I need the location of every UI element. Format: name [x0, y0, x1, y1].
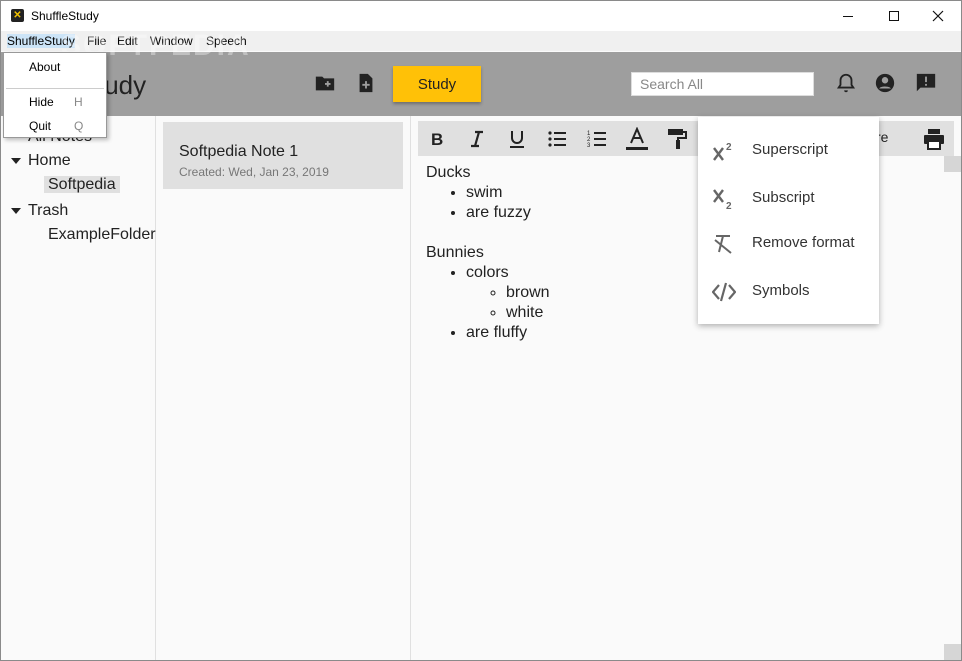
scrollbar-up[interactable]: [944, 156, 961, 172]
sidebar-item-home[interactable]: Home: [11, 152, 71, 170]
menu-item-quit[interactable]: Quit: [29, 119, 51, 133]
menu-window[interactable]: Window: [150, 34, 193, 48]
underline-icon: [510, 131, 524, 148]
format-options-menu: 2 Superscript 2 Subscript Remove format …: [698, 117, 879, 324]
menu-separator: [6, 88, 104, 89]
notes-list: Softpedia Note 1 Created: Wed, Jan 23, 2…: [156, 116, 411, 660]
sidebar-item-examplefolder[interactable]: ExampleFolder: [48, 226, 156, 244]
svg-text:2: 2: [726, 201, 732, 210]
menu-bar: ShuffleStudy File Edit Window Speech: [1, 31, 961, 51]
app-window: ✕ ShuffleStudy ShuffleStudy File Edit Wi…: [0, 0, 962, 661]
clear-format-icon: [714, 235, 732, 254]
app-menu-dropdown: About Hide H Quit Q: [3, 52, 107, 138]
sidebar-item-label: Trash: [28, 202, 69, 219]
bunnies-list: colors brown white are fluffy: [426, 263, 550, 343]
menu-shortcut-quit: Q: [74, 119, 84, 133]
italic-icon: [471, 130, 483, 148]
sidebar-item-label: Softpedia: [44, 176, 120, 193]
window-title: ShuffleStudy: [31, 9, 99, 23]
new-note-icon[interactable]: [355, 72, 377, 94]
maximize-icon: [889, 11, 899, 21]
underline-button[interactable]: [505, 127, 529, 151]
note-card[interactable]: Softpedia Note 1 Created: Wed, Jan 23, 2…: [163, 122, 403, 189]
ducks-list: swim are fuzzy: [426, 183, 550, 223]
print-button[interactable]: [922, 127, 946, 151]
note-title: Softpedia Note 1: [179, 143, 299, 160]
colors-sublist: brown white: [466, 283, 550, 323]
numbered-list-icon: 123: [587, 131, 606, 149]
superscript-menu-item[interactable]: 2 Superscript: [698, 130, 879, 170]
text-color-button[interactable]: [625, 127, 649, 151]
sidebar-item-softpedia[interactable]: Softpedia: [44, 176, 120, 194]
account-icon[interactable]: [874, 72, 896, 94]
subscript-icon: 2: [713, 189, 732, 210]
feedback-icon[interactable]: [915, 72, 937, 94]
close-icon: [932, 10, 944, 22]
bullet-list-button[interactable]: [545, 127, 569, 151]
symbols-menu-item[interactable]: Symbols: [698, 271, 879, 311]
list-item: brown: [506, 283, 550, 303]
minimize-icon: [843, 15, 853, 17]
scrollbar-down[interactable]: [944, 644, 961, 660]
list-item: are fluffy: [466, 323, 550, 343]
svg-text:2: 2: [726, 142, 732, 153]
minimize-button[interactable]: [825, 1, 871, 31]
list-item: white: [506, 303, 550, 323]
menu-shufflestudy[interactable]: ShuffleStudy: [7, 34, 75, 48]
app-logo-icon: ✕: [11, 9, 24, 22]
italic-button[interactable]: [465, 127, 489, 151]
sidebar-item-trash[interactable]: Trash: [11, 202, 68, 220]
title-bar: ✕ ShuffleStudy: [1, 1, 961, 31]
close-button[interactable]: [915, 1, 961, 31]
subscript-menu-item[interactable]: 2 Subscript: [698, 178, 879, 218]
list-item-text: colors: [466, 264, 509, 281]
print-icon: [924, 129, 944, 150]
menu-shortcut-hide: H: [74, 95, 83, 109]
numbered-list-button[interactable]: 123: [585, 127, 609, 151]
paint-roller-icon: [668, 129, 687, 149]
list-item: are fuzzy: [466, 203, 550, 223]
svg-text:3: 3: [587, 143, 591, 149]
search-input[interactable]: [631, 72, 814, 96]
new-folder-icon[interactable]: [314, 72, 336, 94]
sidebar-item-label: Home: [28, 152, 71, 169]
menu-item-label: Subscript: [752, 189, 815, 206]
notifications-bell-icon[interactable]: [835, 72, 857, 94]
svg-text:B: B: [431, 130, 443, 149]
bold-button[interactable]: B: [425, 127, 449, 151]
list-item: colors brown white: [466, 263, 550, 323]
menu-item-about[interactable]: About: [29, 60, 60, 74]
list-item: swim: [466, 183, 550, 203]
menu-edit[interactable]: Edit: [117, 34, 138, 48]
menu-speech[interactable]: Speech: [206, 34, 247, 48]
study-button[interactable]: Study: [393, 66, 481, 102]
content-heading-ducks: Ducks: [426, 164, 471, 181]
menu-item-label: Superscript: [752, 141, 828, 158]
expand-caret-icon[interactable]: [11, 157, 21, 164]
bold-icon: B: [431, 130, 443, 149]
menu-item-label: Remove format: [752, 234, 855, 251]
highlight-button[interactable]: [665, 127, 689, 151]
folder-sidebar: All Notes Home Softpedia Trash ExampleFo…: [1, 116, 156, 660]
app-header: tudy Study: [1, 52, 961, 116]
maximize-button[interactable]: [871, 1, 917, 31]
text-color-icon: [626, 127, 648, 150]
content-heading-bunnies: Bunnies: [426, 244, 484, 261]
expand-caret-icon[interactable]: [11, 207, 21, 214]
menu-file[interactable]: File: [87, 34, 106, 48]
bullet-list-icon: [548, 131, 566, 147]
superscript-icon: 2: [713, 142, 732, 161]
code-icon: [712, 282, 736, 302]
note-created-date: Created: Wed, Jan 23, 2019: [179, 165, 329, 179]
menu-item-label: Symbols: [752, 282, 810, 299]
remove-format-menu-item[interactable]: Remove format: [698, 223, 879, 263]
menu-item-hide[interactable]: Hide: [29, 95, 54, 109]
note-content[interactable]: Ducks swim are fuzzy Bunnies colors brow…: [426, 163, 550, 343]
